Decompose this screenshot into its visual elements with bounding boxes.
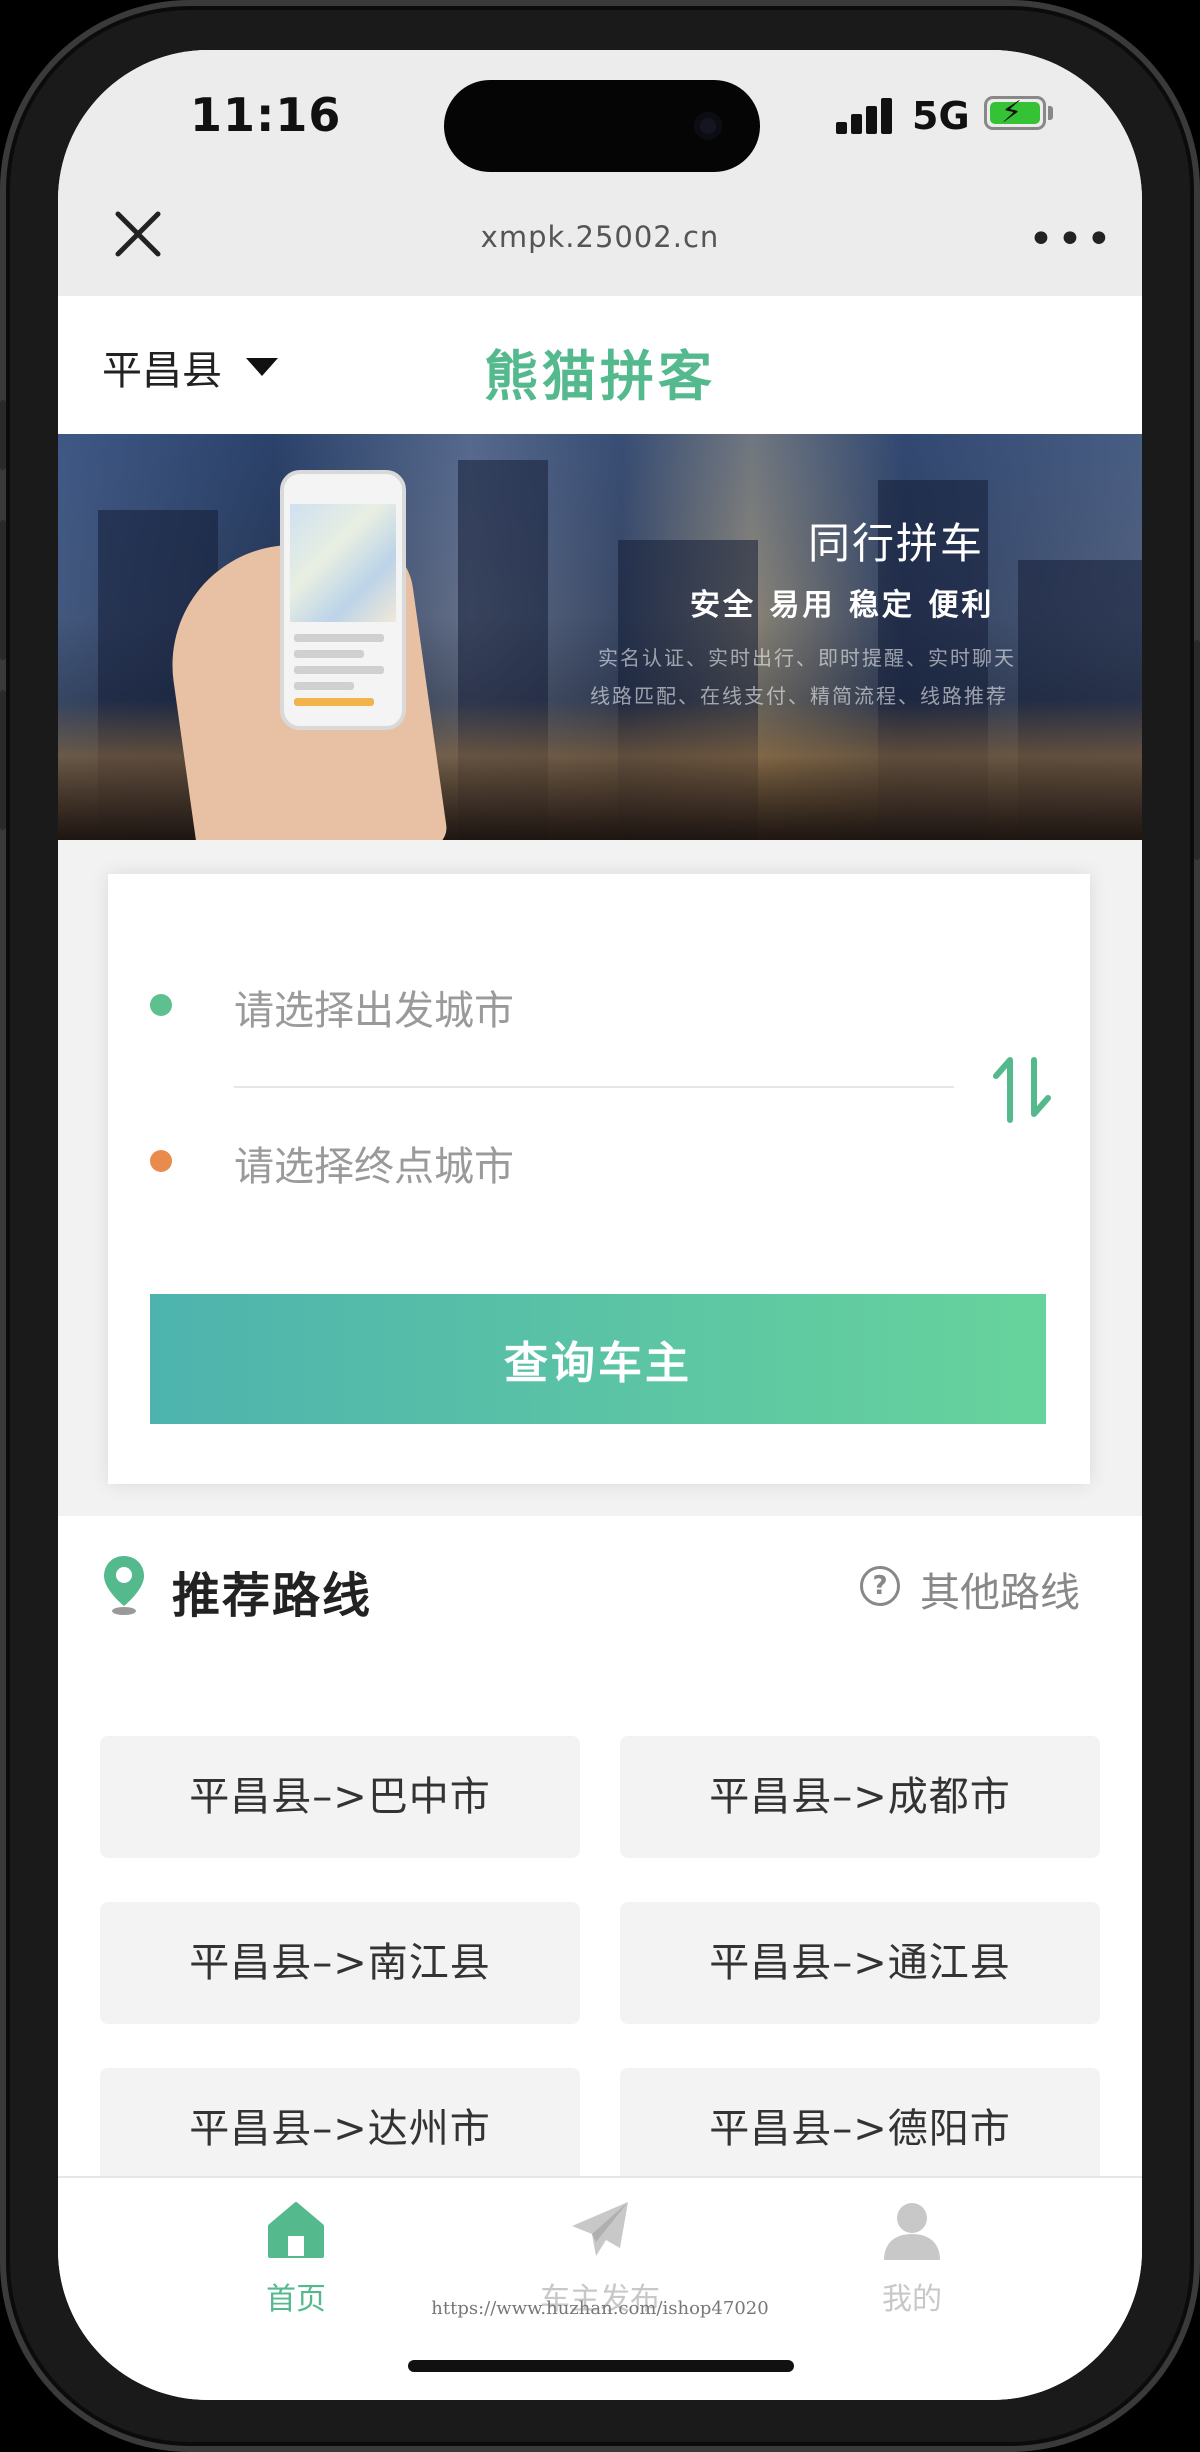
route-item[interactable]: 平昌县–>德阳市 [620, 2068, 1100, 2190]
route-item[interactable]: 平昌县–>达州市 [100, 2068, 580, 2190]
banner-feature-line-1: 实名认证、实时出行、即时提醒、实时聊天 [598, 646, 1016, 670]
phone-mockup-image [280, 470, 406, 730]
search-card: 请选择出发城市 请选择终点城市 查询车主 [108, 874, 1090, 1484]
phone-side-button [0, 400, 6, 470]
user-icon [884, 2203, 940, 2260]
banner-title: 同行拼车 [808, 519, 985, 568]
watermark-text: https://www.huzhan.com/ishop47020 [431, 2298, 769, 2319]
origin-city-input[interactable]: 请选择出发城市 [234, 978, 514, 1036]
route-item[interactable]: 平昌县–>通江县 [620, 1902, 1100, 2024]
dynamic-island [444, 80, 760, 172]
banner-subtitle: 安全 易用 稳定 便利 [690, 588, 995, 623]
app-title: 熊猫拼客 [484, 345, 716, 408]
promo-banner[interactable]: 同行拼车 安全 易用 稳定 便利 实名认证、实时出行、即时提醒、实时聊天 线路匹… [58, 434, 1142, 840]
search-section: 请选择出发城市 请选择终点城市 查询车主 [58, 840, 1142, 1516]
app-header: 平昌县 熊猫拼客 [58, 296, 1142, 434]
screen: 11:16 5G ⚡ xmpk.25002.cn ••• 平昌县 熊猫拼客 同行… [58, 50, 1142, 2400]
banner-feature-line-2: 线路匹配、在线支付、精简流程、线路推荐 [590, 684, 1008, 708]
routes-title: 推荐路线 [172, 1568, 373, 1624]
input-divider [234, 1086, 954, 1088]
route-item[interactable]: 平昌县–>南江县 [100, 1902, 580, 2024]
route-item[interactable]: 平昌县–>巴中市 [100, 1736, 580, 1858]
origin-dot-icon [150, 994, 172, 1016]
query-drivers-button[interactable]: 查询车主 [150, 1294, 1046, 1424]
route-item[interactable]: 平昌县–>成都市 [620, 1736, 1100, 1858]
browser-url: xmpk.25002.cn [480, 220, 720, 254]
status-time: 11:16 [190, 88, 342, 142]
more-icon[interactable]: ••• [1028, 218, 1115, 262]
phone-frame: 11:16 5G ⚡ xmpk.25002.cn ••• 平昌县 熊猫拼客 同行… [0, 0, 1200, 2452]
other-routes-link[interactable]: 其他路线 [920, 1560, 1080, 1618]
phone-volume-down [0, 690, 6, 830]
recommended-routes: 推荐路线 ? 其他路线 平昌县–>巴中市 平昌县–>成都市 平昌县–>南江县 平… [58, 1516, 1142, 2190]
phone-volume-up [0, 520, 6, 660]
battery-tip [1048, 106, 1053, 120]
paper-plane-icon [572, 2202, 628, 2256]
destination-city-input[interactable]: 请选择终点城市 [234, 1134, 514, 1192]
network-type: 5G [912, 94, 970, 138]
home-icon [268, 2202, 324, 2258]
battery-icon: ⚡ [984, 95, 1046, 130]
signal-icon [836, 96, 896, 134]
swap-icon[interactable] [988, 1042, 1058, 1132]
phone-power-button [1194, 640, 1200, 860]
camera-icon [694, 112, 722, 140]
status-bar: 11:16 5G ⚡ [58, 50, 1142, 180]
destination-dot-icon [150, 1150, 172, 1172]
browser-bar: xmpk.25002.cn ••• [58, 180, 1142, 296]
help-icon[interactable]: ? [860, 1566, 900, 1606]
location-pin-icon [104, 1556, 144, 1615]
home-indicator[interactable] [408, 2360, 794, 2372]
